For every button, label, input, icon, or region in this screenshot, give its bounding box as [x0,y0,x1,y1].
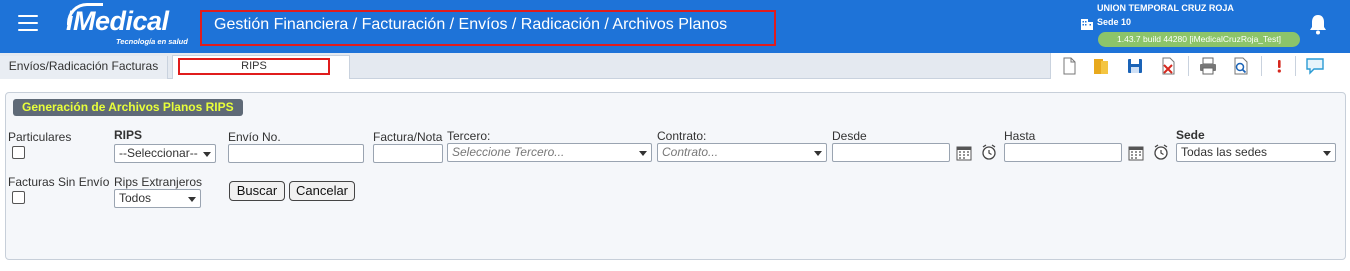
contrato-label: Contrato: [657,129,707,143]
breadcrumb-highlight: Gestión Financiera / Facturación / Envío… [200,10,776,46]
rips-extranjeros-select[interactable]: Todos [114,189,201,208]
sede-label[interactable]: Sede 10 [1097,17,1131,27]
sede-select-value: Todas las sedes [1181,145,1268,159]
clock-icon[interactable] [981,144,997,160]
preview-icon[interactable] [1231,56,1251,76]
desde-label: Desde [832,129,867,143]
chevron-down-icon [814,151,822,156]
organization-name: UNION TEMPORAL CRUZ ROJA [1097,3,1234,13]
building-icon [1081,19,1093,30]
content-area: Generación de Archivos Planos RIPS Parti… [0,79,1350,271]
help-icon[interactable] [1269,56,1289,76]
buscar-button[interactable]: Buscar [229,181,285,201]
tercero-label: Tercero: [447,129,491,143]
calendar-icon[interactable] [956,145,972,161]
menu-icon[interactable] [18,15,38,33]
save-icon[interactable] [1125,56,1145,76]
clock-icon[interactable] [1153,144,1169,160]
sede-select[interactable]: Todas las sedes [1176,143,1336,162]
facturas-sin-envio-checkbox[interactable] [12,191,25,204]
rips-select-value: --Seleccionar-- [119,146,198,160]
rips-select[interactable]: --Seleccionar-- [114,144,216,163]
calendar-icon[interactable] [1128,145,1144,161]
particulares-label: Particulares [8,130,72,144]
factura-input[interactable] [373,144,443,163]
contrato-placeholder: Contrato... [662,145,719,159]
open-folder-icon[interactable] [1091,56,1111,76]
particulares-checkbox[interactable] [12,146,25,159]
comment-icon[interactable] [1305,56,1325,76]
new-document-icon[interactable] [1059,56,1079,76]
hasta-input[interactable] [1004,143,1122,162]
tercero-select[interactable]: Seleccione Tercero... [447,143,652,162]
contrato-select[interactable]: Contrato... [657,143,827,162]
factura-label: Factura/Nota [373,130,443,144]
rips-extranjeros-value: Todos [119,191,152,205]
panel-title: Generación de Archivos Planos RIPS [13,99,243,116]
rips-extranjeros-label: Rips Extranjeros [114,175,203,189]
chevron-down-icon [188,197,196,202]
desde-input[interactable] [832,143,950,162]
rips-form-panel: Generación de Archivos Planos RIPS Parti… [5,92,1346,260]
hasta-label: Hasta [1004,129,1036,143]
logo-text: iMedical [66,6,169,36]
build-badge: 1.43.7 build 44280 [iMedicalCruzRoja_Tes… [1098,32,1300,47]
envio-input[interactable] [228,144,364,163]
sede-field-label: Sede [1176,128,1205,142]
logo-tagline: Tecnología en salud [116,37,188,46]
app-header: iMedical Tecnología en salud Gestión Fin… [0,0,1350,53]
tercero-placeholder: Seleccione Tercero... [452,145,565,159]
bell-icon[interactable] [1308,13,1328,35]
envio-label: Envío No. [228,130,281,144]
cancelar-button[interactable]: Cancelar [289,181,355,201]
tab-envios-radicacion[interactable]: Envíos/Radicación Facturas [0,56,168,79]
tab-rips-label: RIPS [178,58,330,75]
delete-icon[interactable] [1158,56,1178,76]
rips-label: RIPS [114,128,143,142]
chevron-down-icon [639,151,647,156]
facturas-sin-envio-label: Facturas Sin Envío [8,175,110,189]
print-icon[interactable] [1198,56,1218,76]
breadcrumb: Gestión Financiera / Facturación / Envío… [214,16,728,33]
tab-rips[interactable]: RIPS [172,55,350,80]
logo: iMedical Tecnología en salud [66,3,190,48]
toolbar [1050,53,1350,79]
chevron-down-icon [1323,151,1331,156]
chevron-down-icon [203,152,211,157]
